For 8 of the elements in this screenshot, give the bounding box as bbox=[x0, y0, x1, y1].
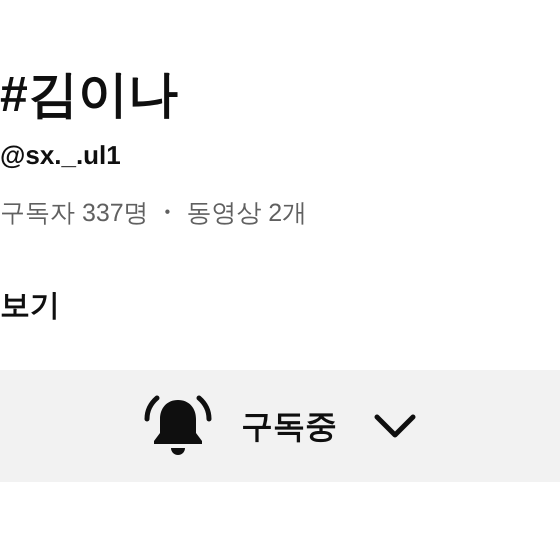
subscribe-button[interactable]: 구독중 bbox=[0, 370, 560, 482]
channel-handle: @sx._.ul1 bbox=[0, 139, 122, 172]
chevron-down-icon bbox=[373, 413, 417, 439]
subscriber-count: 구독자 337명 bbox=[0, 198, 149, 229]
channel-name: #김이나 bbox=[0, 65, 179, 124]
video-count: 동영상 2개 bbox=[186, 198, 308, 229]
separator-dot: • bbox=[164, 203, 170, 223]
more-link[interactable]: 보기 bbox=[0, 286, 60, 326]
